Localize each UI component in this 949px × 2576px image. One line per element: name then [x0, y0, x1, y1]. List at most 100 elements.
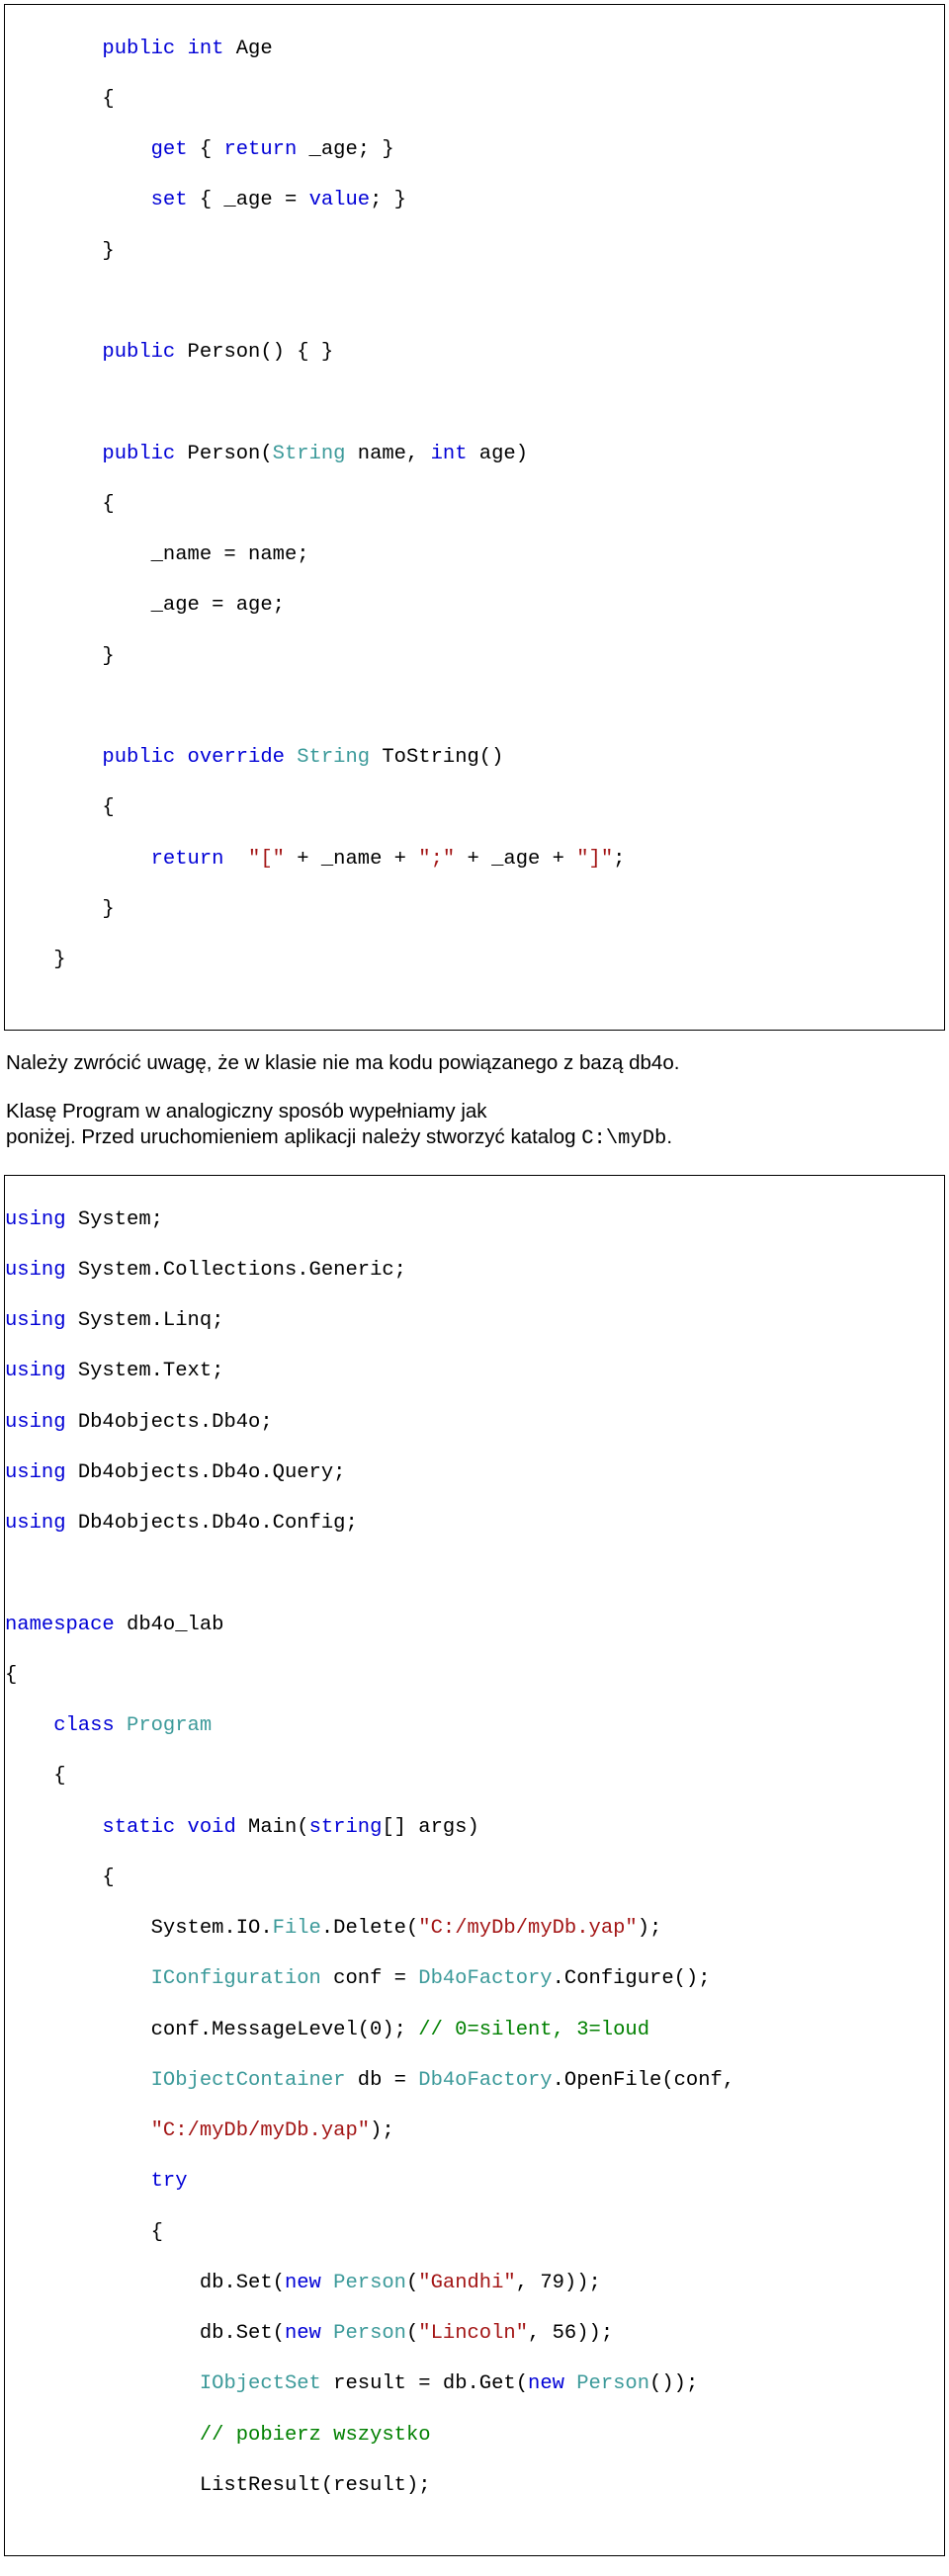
- code-block-program-class: using System; using System.Collections.G…: [4, 1175, 945, 2556]
- code-text: .OpenFile(conf,: [553, 2069, 735, 2092]
- code-text: class: [5, 1714, 115, 1737]
- code-text: + _name +: [285, 848, 418, 871]
- code-text: IObjectSet: [200, 2372, 321, 2395]
- code-text: void: [175, 1816, 236, 1839]
- code-text: int: [431, 443, 468, 465]
- code-text: _name = name;: [5, 542, 944, 568]
- code-text: }: [5, 948, 944, 973]
- code-text: [5, 2372, 200, 2395]
- code-text: ";": [418, 848, 455, 871]
- code-text: IConfiguration: [151, 1967, 321, 1990]
- code-text: System;: [66, 1208, 163, 1231]
- code-text: [5, 1967, 151, 1990]
- code-text: ListResult(result);: [5, 2473, 944, 2499]
- code-text: public: [5, 341, 175, 364]
- code-text: Db4objects.Db4o.Query;: [66, 1461, 346, 1484]
- code-text: value: [309, 189, 371, 211]
- code-text: conf =: [321, 1967, 418, 1990]
- code-text: Age: [223, 38, 272, 60]
- code-text: [5, 2119, 151, 2142]
- code-text: get: [5, 138, 188, 161]
- code-text: try: [151, 2170, 188, 2193]
- code-text: string: [309, 1816, 383, 1839]
- code-text: {: [5, 795, 944, 821]
- code-text: Person: [321, 2272, 406, 2294]
- code-text: Db4objects.Db4o;: [66, 1411, 273, 1434]
- code-text: using: [5, 1208, 66, 1231]
- code-text: , 56));: [528, 2322, 613, 2345]
- code-text: set: [5, 189, 188, 211]
- code-text: .Configure();: [553, 1967, 711, 1990]
- code-text: using: [5, 1309, 66, 1332]
- prose-section: Należy zwrócić uwagę, że w klasie nie ma…: [6, 1050, 949, 1153]
- code-text: "Gandhi": [418, 2272, 515, 2294]
- paragraph-instructions: Klasę Program w analogiczny sposób wypeł…: [6, 1099, 949, 1153]
- code-text: [5, 290, 944, 315]
- code-text: }: [5, 239, 944, 265]
- code-text: [5, 390, 944, 416]
- code-text: + _age +: [455, 848, 576, 871]
- code-text: String: [273, 443, 346, 465]
- code-text: {: [5, 1663, 944, 1689]
- code-text: public: [5, 443, 175, 465]
- code-text: [5, 2170, 151, 2193]
- code-text: File: [273, 1917, 321, 1940]
- code-text: override: [175, 746, 285, 769]
- code-text: System.Collections.Generic;: [66, 1259, 406, 1282]
- code-text: "]": [576, 848, 613, 871]
- code-text: db4o_lab: [115, 1614, 224, 1636]
- code-text: {: [5, 87, 944, 113]
- code-text: db =: [345, 2069, 418, 2092]
- code-text: System.Text;: [66, 1360, 224, 1382]
- code-text: (: [406, 2272, 418, 2294]
- prose-text: Klasę Program w analogiczny sposób wypeł…: [6, 1100, 487, 1122]
- code-text: using: [5, 1512, 66, 1535]
- code-text: public: [5, 746, 175, 769]
- code-text: ;: [613, 848, 625, 871]
- code-text: );: [638, 1917, 662, 1940]
- code-text: ; }: [370, 189, 406, 211]
- code-text: public: [5, 38, 175, 60]
- code-text: Person: [564, 2372, 649, 2395]
- code-text: namespace: [5, 1614, 115, 1636]
- inline-code-path: C:\myDb: [581, 1127, 666, 1150]
- code-text: {: [5, 492, 944, 518]
- code-text: Person: [321, 2322, 406, 2345]
- code-text: db.Set(: [5, 2322, 285, 2345]
- code-text: return: [5, 848, 223, 871]
- code-text: static: [5, 1816, 175, 1839]
- code-text: Db4oFactory: [418, 1967, 552, 1990]
- code-text: Person() { }: [175, 341, 333, 364]
- code-text: {: [188, 138, 224, 161]
- code-text: // pobierz wszystko: [200, 2424, 431, 2447]
- code-text: );: [370, 2119, 394, 2142]
- code-text: age): [468, 443, 529, 465]
- code-text: using: [5, 1360, 66, 1382]
- code-block-person-class: public int Age { get { return _age; } se…: [4, 4, 945, 1031]
- code-text: "C:/myDb/myDb.yap": [418, 1917, 637, 1940]
- code-text: [5, 2069, 151, 2092]
- code-text: conf.MessageLevel(0);: [5, 2019, 418, 2041]
- code-text: // 0=silent, 3=loud: [418, 2019, 649, 2041]
- code-text: {: [5, 1764, 944, 1789]
- code-text: , 79));: [516, 2272, 601, 2294]
- code-text: new: [285, 2322, 321, 2345]
- code-text: Person(: [175, 443, 272, 465]
- paragraph-note: Należy zwrócić uwagę, że w klasie nie ma…: [6, 1050, 949, 1077]
- code-text: String: [285, 746, 370, 769]
- code-text: using: [5, 1259, 66, 1282]
- prose-text: poniżej. Przed uruchomieniem aplikacji n…: [6, 1125, 581, 1148]
- code-text: new: [528, 2372, 564, 2395]
- code-text: }: [5, 644, 944, 670]
- prose-text: .: [666, 1125, 672, 1148]
- code-text: {: [5, 1866, 944, 1891]
- code-text: }: [5, 897, 944, 923]
- code-text: "C:/myDb/myDb.yap": [151, 2119, 370, 2142]
- code-text: Program: [115, 1714, 212, 1737]
- code-text: "Lincoln": [418, 2322, 528, 2345]
- code-text: [223, 848, 235, 871]
- code-text: [5, 695, 944, 720]
- code-text: [] args): [382, 1816, 478, 1839]
- code-text: Db4objects.Db4o.Config;: [66, 1512, 358, 1535]
- code-text: ToString(): [370, 746, 503, 769]
